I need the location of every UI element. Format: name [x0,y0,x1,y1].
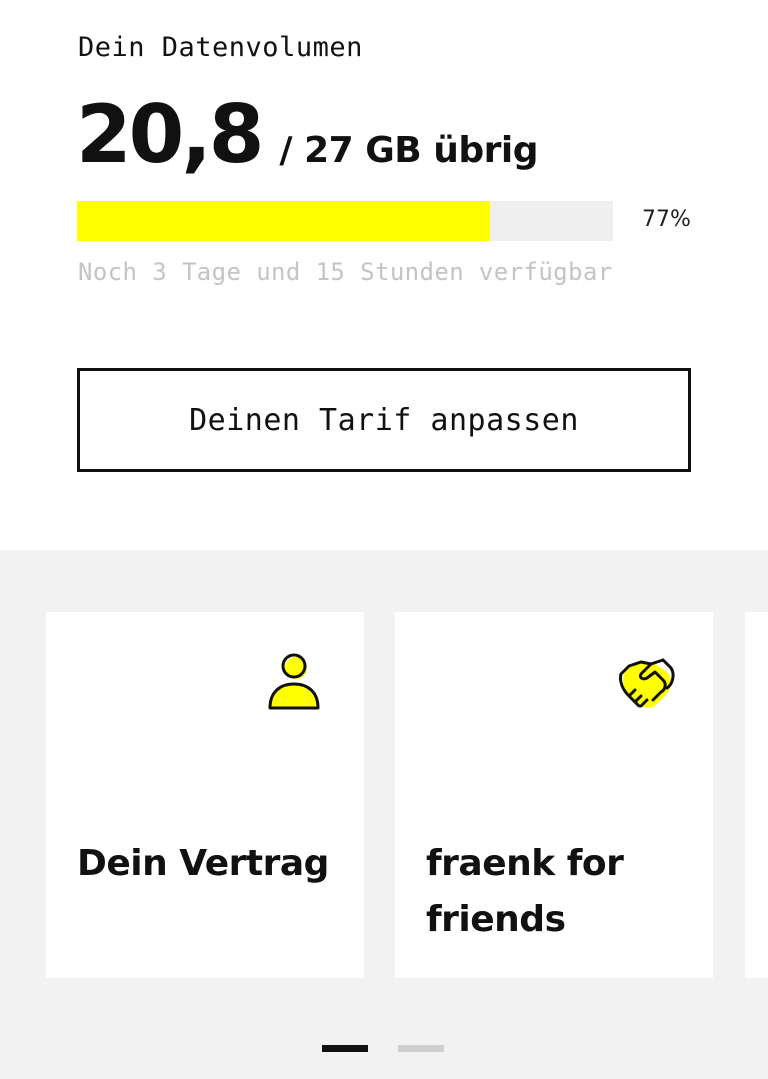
data-amount: 20,8 / 27 GB übrig [76,88,538,181]
contract-card-title: Dein Vertrag [77,843,329,884]
handshake-icon [615,652,675,712]
data-volume-section: Dein Datenvolumen 20,8 / 27 GB übrig 77%… [0,0,768,550]
pager-dot-2[interactable] [398,1045,444,1052]
person-icon [266,652,326,712]
contract-card[interactable]: Dein Vertrag [46,612,364,978]
total-amount: / 27 GB übrig [279,130,538,171]
friends-card-title: fraenk for friends [426,843,624,940]
remaining-amount: 20,8 [76,88,264,181]
friends-card[interactable]: fraenk for friends [395,612,713,978]
percent-label: 77% [642,207,691,232]
time-remaining-text: Noch 3 Tage und 15 Stunden verfügbar [78,258,613,286]
adjust-tariff-button[interactable]: Deinen Tarif anpassen [77,368,691,472]
next-card-peek[interactable] [745,612,768,978]
pager-dot-1[interactable] [322,1045,368,1052]
data-progress-bar [77,201,613,241]
cards-section: Dein Vertrag fraenk for friends [0,550,768,1079]
data-volume-label: Dein Datenvolumen [78,32,363,63]
data-progress-fill [77,201,490,241]
carousel-pager [322,1045,444,1052]
